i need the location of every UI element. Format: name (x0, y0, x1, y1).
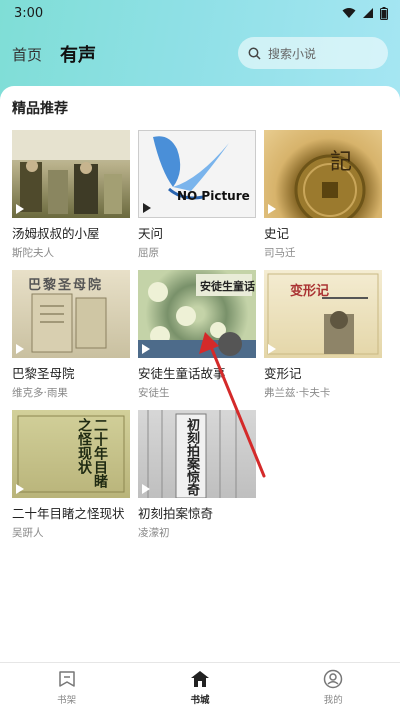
search-placeholder: 搜索小说 (268, 46, 317, 61)
book-card[interactable]: 巴黎圣母院 巴黎圣母院 维克多·雨果 (12, 270, 130, 399)
book-title: 史记 (264, 226, 290, 241)
book-author: 斯陀夫人 (12, 247, 54, 259)
book-author: 司马迁 (264, 247, 296, 259)
book-card[interactable]: 汤姆叔叔的小屋 斯陀夫人 (12, 130, 130, 259)
book-card[interactable]: 記 史记 司马迁 (264, 130, 382, 259)
book-title: 变形记 (264, 366, 302, 381)
tab-home[interactable]: 首页 (12, 44, 42, 65)
book-grid: 汤姆叔叔的小屋 斯陀夫人 NO Picture 天问 屈原 記 史记 司马迁 巴… (12, 130, 392, 539)
cover-text: 初刻拍案惊奇 (184, 418, 199, 496)
content-panel: 精品推荐 汤姆叔叔的小屋 斯陀夫人 NO Picture 天问 屈原 記 史记 … (0, 86, 400, 662)
book-author: 维克多·雨果 (12, 387, 68, 399)
cover-art (294, 154, 366, 218)
book-author: 吴趼人 (12, 527, 44, 539)
cover-art (12, 130, 130, 214)
book-title: 初刻拍案惊奇 (138, 506, 214, 521)
section-title: 精品推荐 (12, 101, 68, 117)
cover-art (153, 136, 229, 200)
book-title: 安徒生童话故事 (138, 366, 226, 381)
cover-text: NO Picture (177, 189, 250, 203)
play-icon (143, 203, 151, 213)
book-author: 弗兰兹·卡夫卡 (264, 387, 331, 399)
status-bar: 3:00 (0, 0, 400, 26)
book-cover[interactable]: NO Picture (138, 130, 256, 218)
book-cover[interactable]: 初刻拍案惊奇 (138, 410, 256, 498)
book-card[interactable]: NO Picture 天问 屈原 (138, 130, 256, 259)
book-cover[interactable] (12, 130, 130, 218)
tab-audio[interactable]: 有声 (60, 41, 96, 67)
book-author: 凌濛初 (138, 527, 170, 539)
play-icon (268, 344, 276, 354)
cover-text: 記 (330, 150, 353, 175)
play-icon (16, 344, 24, 354)
status-time: 3:00 (14, 5, 44, 21)
cover-text: 变形记 (290, 284, 330, 299)
play-icon (142, 484, 150, 494)
status-icons (342, 6, 388, 20)
play-icon (142, 344, 150, 354)
play-icon (16, 204, 24, 214)
play-icon (16, 484, 24, 494)
book-cover[interactable]: 安徒生童话 (138, 270, 256, 358)
tab-bookshelf[interactable]: 书架 (27, 669, 107, 706)
profile-icon (324, 669, 343, 689)
book-title: 二十年目睹之怪现状 (12, 506, 125, 521)
book-cover[interactable]: 二十年目睹之怪现状 (12, 410, 130, 498)
tab-label: 书架 (57, 695, 77, 706)
book-author: 安徒生 (138, 387, 170, 399)
tab-label: 书城 (190, 695, 210, 706)
play-icon (268, 204, 276, 214)
cover-text: 二十年目睹之怪现状 (76, 418, 108, 488)
bookshelf-icon (58, 671, 75, 687)
book-title: 汤姆叔叔的小屋 (12, 226, 100, 241)
book-title: 天问 (138, 226, 164, 241)
search-icon (248, 47, 261, 60)
bookstore-icon (190, 671, 209, 687)
battery-icon (380, 6, 388, 20)
book-card[interactable]: 安徒生童话 安徒生童话故事 安徒生 (138, 270, 256, 399)
cover-text: 巴黎圣母院 (28, 278, 104, 293)
book-card[interactable]: 变形记 变形记 弗兰兹·卡夫卡 (264, 270, 382, 399)
wifi-icon (342, 8, 356, 18)
search-input[interactable]: 搜索小说 (238, 37, 388, 69)
book-cover[interactable]: 記 (264, 130, 382, 218)
tab-bookstore[interactable]: 书城 (160, 669, 240, 706)
book-cover[interactable]: 巴黎圣母院 (12, 270, 130, 358)
tab-label: 我的 (323, 695, 343, 706)
book-cover[interactable]: 变形记 (264, 270, 382, 358)
book-author: 屈原 (138, 247, 159, 259)
bottom-nav: 书架 书城 我的 (0, 662, 400, 712)
book-title: 巴黎圣母院 (12, 366, 75, 381)
tab-profile[interactable]: 我的 (293, 669, 373, 706)
book-card[interactable]: 初刻拍案惊奇 初刻拍案惊奇 凌濛初 (138, 410, 256, 539)
book-card[interactable]: 二十年目睹之怪现状 二十年目睹之怪现状 吴趼人 (12, 410, 130, 539)
signal-icon (363, 8, 373, 18)
cover-text: 安徒生童话 (200, 280, 255, 293)
